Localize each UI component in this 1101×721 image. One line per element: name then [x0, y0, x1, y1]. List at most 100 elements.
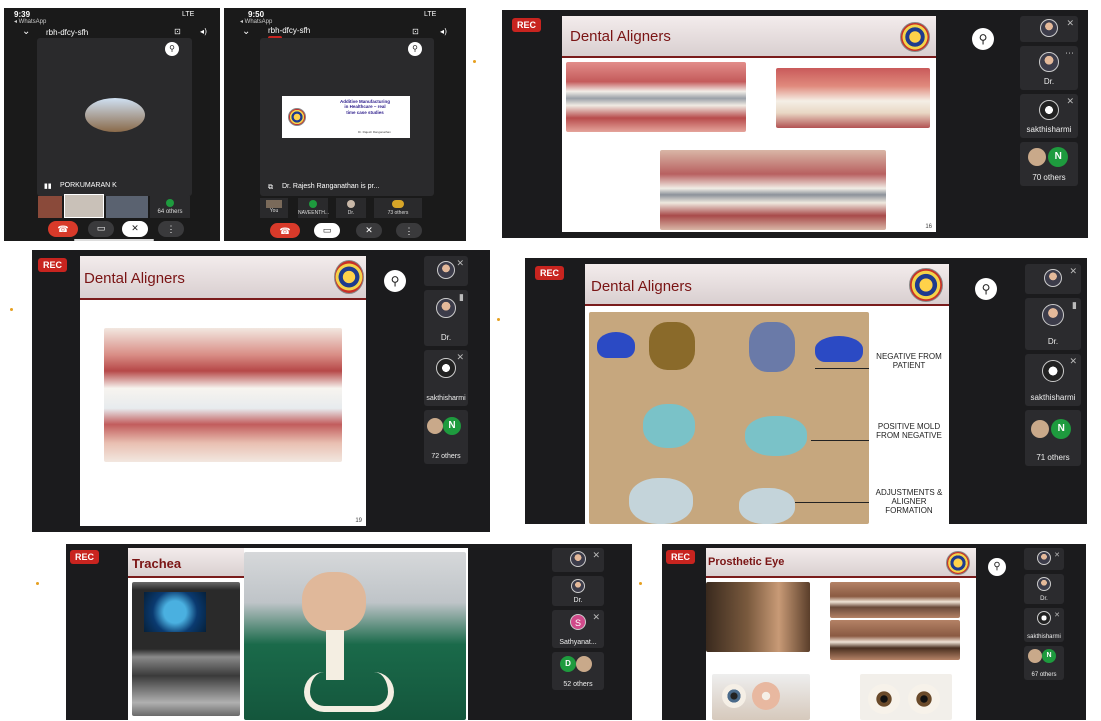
phone-carrier: ◂ WhatsApp [14, 19, 47, 25]
slide-author: Dr. Rajesh Ranganathan [358, 130, 391, 134]
mold-impression [649, 322, 695, 370]
pin-icon[interactable]: ⚲ [165, 42, 179, 56]
end-call-button[interactable]: ☎ [270, 223, 300, 238]
end-call-button[interactable]: ☎ [48, 221, 78, 237]
pin-icon[interactable]: ⚲ [384, 270, 406, 292]
avatar [1040, 19, 1058, 37]
participant-name: sakthisharmi [1026, 125, 1072, 134]
shared-slide: Dental Aligners 19 [80, 256, 366, 526]
meet-window-4: REC Trachea ✕ Dr. S ✕ Sathyanat... D 52 … [66, 544, 632, 720]
thumb-second[interactable]: NAVEENTH... [298, 198, 330, 218]
slide-title: Dental Aligners [570, 28, 671, 45]
speaker-icon[interactable]: ◂) [200, 27, 207, 36]
participant-tile[interactable]: ✕ [424, 256, 468, 286]
participant-tile[interactable]: ✕ sakthisharmi [1025, 354, 1081, 406]
participant-name: Dr. [1043, 77, 1055, 86]
more-options-icon[interactable]: ⋯ [1065, 49, 1074, 59]
others-count: 71 others [1036, 453, 1070, 462]
participant-tile[interactable]: ▮ Dr. [424, 290, 468, 346]
camera-switch-icon[interactable]: ⊡ [174, 27, 181, 36]
participant-name: Dr. [440, 333, 452, 342]
avatar [1039, 52, 1059, 72]
avatar [437, 261, 455, 279]
meeting-code: rbh-dfcy-sfh [46, 28, 89, 37]
avatar: S [570, 614, 586, 630]
rec-indicator: REC [512, 18, 542, 32]
phone-carrier: ◂ WhatsApp [240, 19, 273, 25]
main-video: ⚲ [37, 38, 192, 196]
participant-tile[interactable]: Dr. [1024, 574, 1064, 604]
photo-child-eye [706, 582, 810, 652]
others-tile[interactable]: N 72 others [424, 410, 468, 464]
rec-indicator: REC [666, 550, 696, 564]
speaker-icon[interactable]: ◂) [440, 27, 447, 36]
participant-name: Sathyanat... [559, 639, 597, 646]
pin-icon[interactable]: ⚲ [975, 278, 997, 300]
mold-blue [815, 336, 863, 362]
others-thumb[interactable]: 64 others [150, 196, 190, 218]
chevron-down-icon[interactable]: ⌄ [242, 26, 250, 37]
camera-toggle-button[interactable]: ▭ [88, 221, 114, 237]
pin-icon[interactable]: ⚲ [408, 42, 422, 56]
rec-indicator: REC [70, 550, 100, 564]
phone-screenshot-1: 9:39 ◂ WhatsApp LTE ⌄ rbh-dfcy-sfh ⊡ ◂) … [4, 8, 220, 241]
institution-logo [900, 22, 930, 52]
others-tile[interactable]: N 71 others [1025, 410, 1081, 466]
thumb-third[interactable]: Dr. [336, 198, 366, 218]
others-tile[interactable]: N 70 others [1020, 142, 1078, 186]
participant-tile[interactable]: ✕ [1025, 264, 1081, 294]
arrow-adjust [795, 502, 869, 503]
shared-slide: Dental Aligners 16 [562, 16, 936, 232]
thumb-label: NAVEENTH... [298, 210, 330, 216]
photo-chipped-teeth [776, 68, 930, 128]
participant-thumb[interactable] [38, 196, 62, 218]
others-thumb[interactable]: 73 others [374, 198, 422, 218]
home-indicator [74, 239, 154, 241]
avatar [436, 358, 456, 378]
chevron-down-icon[interactable]: ⌄ [22, 26, 30, 37]
participant-tile[interactable]: S ✕ Sathyanat... [552, 610, 604, 648]
camera-switch-icon[interactable]: ⊡ [412, 27, 419, 36]
participant-tile[interactable]: ▮ Dr. [1025, 298, 1081, 350]
participant-tile[interactable]: ✕ sakthisharmi [424, 350, 468, 406]
meet-window-5: REC Prosthetic Eye ⚲ ✕ Dr. ✕ sakthisharm… [662, 544, 1086, 720]
photo-eye-prosthesis [712, 674, 810, 720]
others-tile[interactable]: D 52 others [552, 652, 604, 690]
mic-muted-icon: ✕ [592, 613, 600, 623]
speaking-icon: ▮ [1072, 301, 1077, 311]
participant-tile[interactable]: ⋯ Dr. [1020, 46, 1078, 90]
participant-tile[interactable]: ✕ [1020, 16, 1078, 42]
slide-title: Additive Manufacturing in Healthcare – r… [340, 99, 391, 115]
page-number: 19 [355, 518, 362, 524]
eye-prosthesis [868, 684, 900, 714]
mold-impression [749, 322, 795, 372]
participant-tile[interactable]: ✕ [552, 548, 604, 572]
participant-tile[interactable]: ✕ sakthisharmi [1020, 94, 1078, 138]
others-count: 70 others [1032, 173, 1066, 182]
mic-level-icon: ▮▮ [44, 182, 52, 190]
participant-tile[interactable]: Dr. [552, 576, 604, 606]
participant-initial: N [1048, 147, 1069, 167]
note-negative: NEGATIVE FROM PATIENT [876, 352, 942, 371]
participant-name: sakthisharmi [426, 395, 466, 402]
marker-dot [639, 582, 642, 585]
participant-thumb[interactable] [106, 196, 148, 218]
meet-window-2: REC Dental Aligners 19 ⚲ ✕ ▮ Dr. ✕ sakth… [32, 250, 490, 532]
present-toggle-button[interactable]: ▭ [314, 223, 340, 238]
others-tile[interactable]: N 67 others [1024, 646, 1064, 680]
more-options-button[interactable]: ⋮ [158, 221, 184, 237]
more-options-button[interactable]: ⋮ [396, 223, 422, 238]
thumb-you[interactable]: You [260, 198, 288, 218]
participant-tile[interactable]: ✕ sakthisharmi [1024, 608, 1064, 642]
shared-slide: Dental Aligners NEGATIVE FROM PATIENT PO… [585, 264, 949, 524]
mic-toggle-button[interactable]: ✕ [356, 223, 382, 238]
pin-icon[interactable]: ⚲ [972, 28, 994, 50]
monitor-screen [144, 592, 206, 632]
participant-tile[interactable]: ✕ [1024, 548, 1064, 570]
mic-toggle-button[interactable]: ✕ [122, 221, 148, 237]
pin-icon[interactable]: ⚲ [988, 558, 1006, 576]
participant-name: sakthisharmi [1027, 634, 1061, 640]
aligner-clear [739, 488, 795, 524]
participant-thumb[interactable] [64, 194, 104, 218]
participant-initial: N [443, 417, 461, 435]
